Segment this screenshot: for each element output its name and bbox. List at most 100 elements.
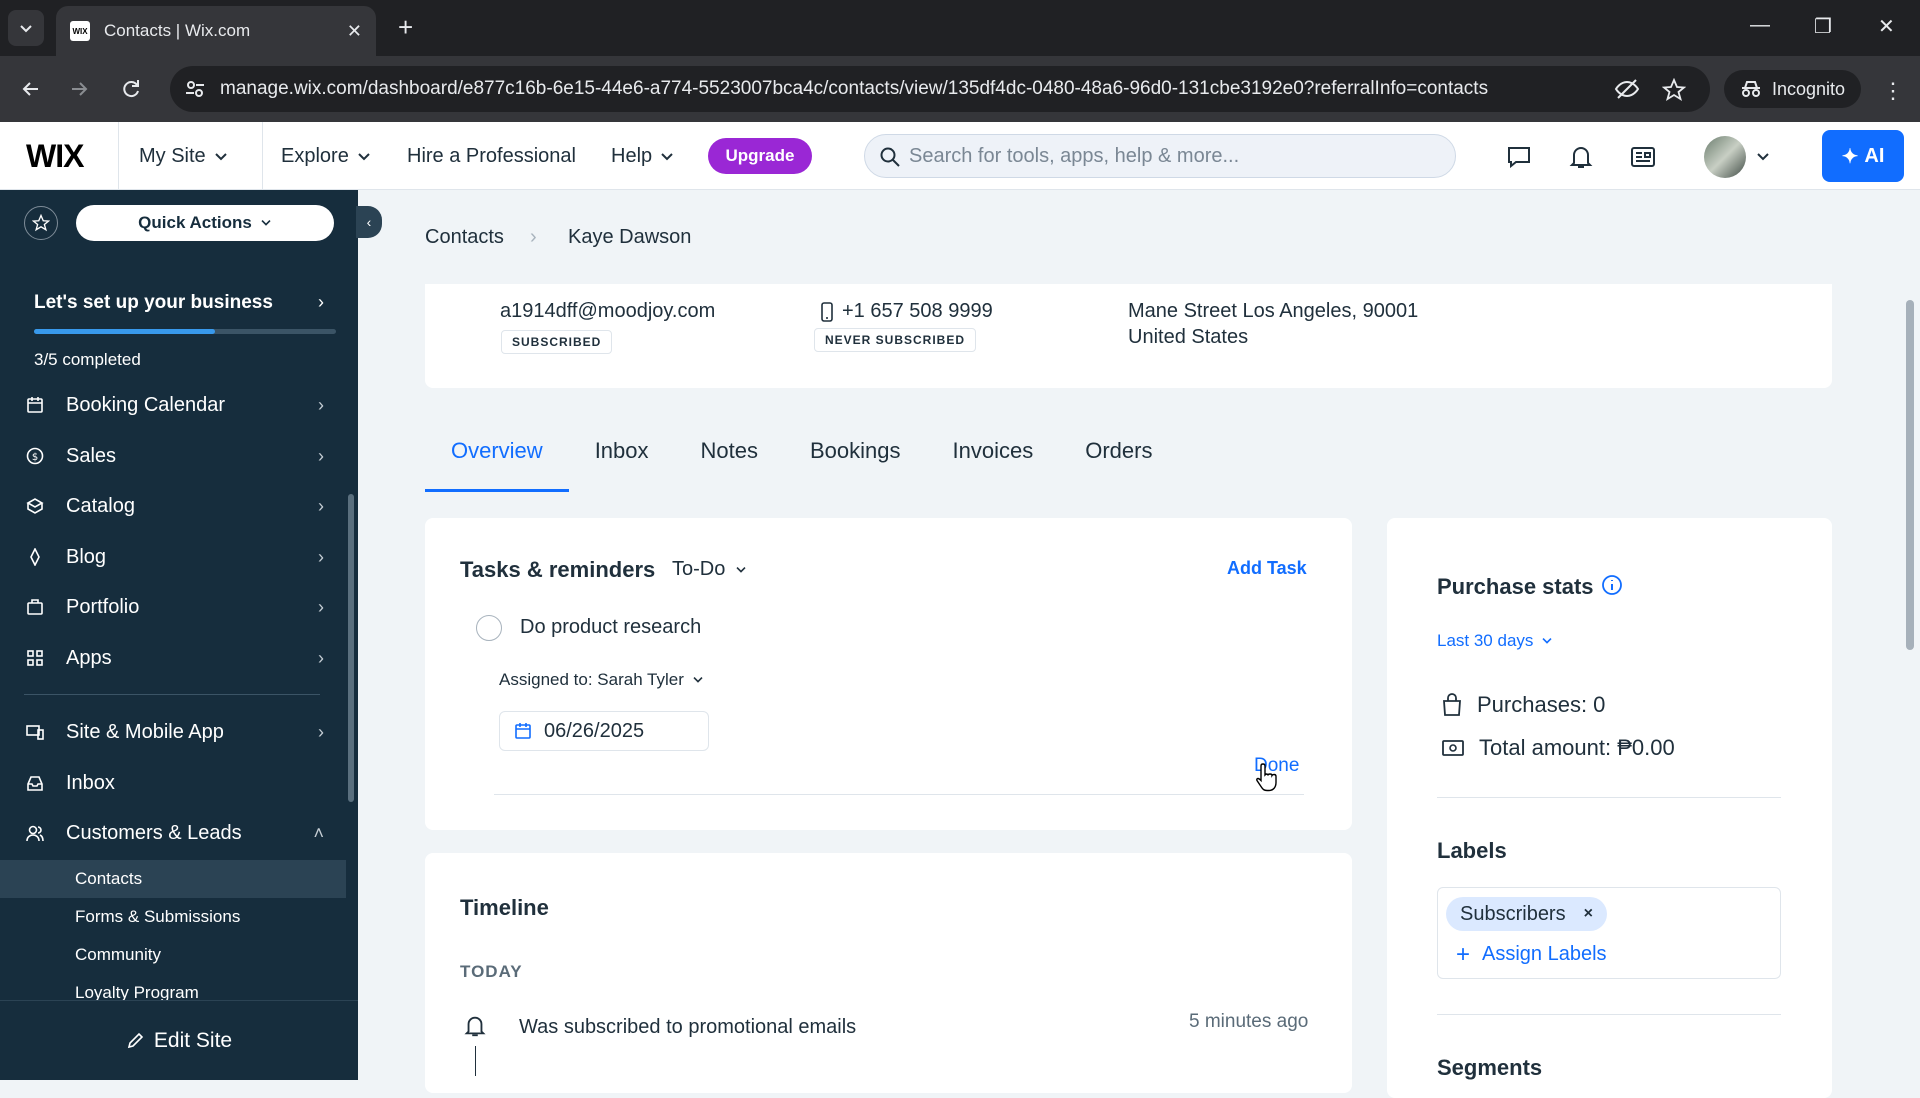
sidebar-subitem-community[interactable]: Community (75, 945, 161, 965)
sidebar-item-label: Blog (66, 545, 107, 568)
timeline-connector (475, 1046, 476, 1076)
quick-actions-button[interactable]: Quick Actions (76, 205, 334, 241)
chevron-right-icon: › (318, 721, 324, 742)
incognito-icon (1742, 81, 1760, 97)
search-input[interactable] (909, 144, 1429, 168)
date-range-dropdown[interactable]: Last 30 days (1437, 631, 1553, 651)
page-scrollbar[interactable] (1900, 190, 1920, 1080)
address-line-1: Mane Street Los Angeles, 90001 (1128, 300, 1419, 322)
chevron-right-icon: › (318, 546, 324, 567)
new-tab-icon[interactable]: + (398, 14, 413, 40)
chevron-down-icon (661, 152, 673, 160)
tracking-eye-off-icon[interactable] (1614, 78, 1640, 100)
hire-professional-link[interactable]: Hire a Professional (407, 145, 576, 168)
setup-title[interactable]: Let's set up your business (34, 292, 273, 314)
tab-overview[interactable]: Overview (425, 430, 569, 492)
forward-icon[interactable] (66, 76, 92, 102)
sidebar-item-site-mobile-app[interactable]: Site & Mobile App › (24, 712, 324, 752)
chevron-up-icon: ˄ (313, 822, 324, 843)
sidebar-item-portfolio[interactable]: Portfolio › (24, 587, 324, 627)
edit-site-label: Edit Site (153, 1028, 233, 1052)
task-complete-radio[interactable] (476, 615, 502, 641)
window-close-icon[interactable]: ✕ (1878, 14, 1895, 39)
pen-icon (24, 548, 46, 566)
chevron-down-icon[interactable] (1756, 152, 1770, 162)
sidebar-subitem-forms[interactable]: Forms & Submissions (75, 907, 240, 927)
help-menu[interactable]: Help (611, 145, 674, 168)
sidebar-item-catalog[interactable]: Catalog › (24, 486, 324, 526)
purchase-stats-card (1387, 518, 1832, 1098)
tab-notes[interactable]: Notes (675, 430, 784, 492)
timeline-title: Timeline (460, 895, 549, 920)
people-icon (24, 824, 46, 842)
tab-search-button[interactable] (8, 10, 44, 46)
search-bar[interactable] (864, 134, 1456, 178)
info-icon[interactable] (1601, 574, 1623, 596)
add-task-button[interactable]: Add Task (1227, 558, 1307, 579)
header-divider (262, 122, 263, 190)
sidebar-item-booking-calendar[interactable]: Booking Calendar › (24, 385, 324, 425)
hand-cursor-icon (1256, 762, 1280, 792)
contact-phone[interactable]: +1 657 508 9999 (820, 300, 993, 323)
chevron-right-icon: › (318, 445, 324, 466)
my-site-menu[interactable]: My Site (139, 145, 228, 168)
breadcrumb-contacts[interactable]: Contacts (425, 226, 504, 249)
sidebar-item-apps[interactable]: Apps › (24, 638, 324, 678)
chevron-right-icon[interactable]: › (318, 292, 324, 313)
catalog-icon (24, 497, 46, 515)
notifications-bell-icon[interactable] (1568, 144, 1594, 170)
sidebar-item-inbox[interactable]: Inbox (24, 763, 324, 803)
browser-tab[interactable]: WIX Contacts | Wix.com ✕ (56, 6, 376, 56)
tab-inbox[interactable]: Inbox (569, 430, 675, 492)
favorites-star-icon[interactable] (24, 206, 58, 240)
contact-email[interactable]: a1914dff@moodjoy.com (500, 300, 715, 323)
minimize-icon[interactable]: — (1750, 14, 1770, 37)
messages-icon[interactable] (1506, 144, 1532, 170)
reload-icon[interactable] (118, 76, 144, 102)
due-date-field[interactable]: 06/26/2025 (499, 711, 709, 751)
explore-menu[interactable]: Explore (281, 145, 371, 168)
sidebar-item-customers-leads[interactable]: Customers & Leads ˄ (24, 813, 324, 853)
sidebar-scrollbar[interactable] (348, 494, 354, 802)
assignee-dropdown[interactable]: Assigned to: Sarah Tyler (499, 670, 704, 690)
restore-icon[interactable]: ❐ (1814, 14, 1832, 39)
purchases-value: Purchases: 0 (1477, 692, 1606, 717)
phone-icon (821, 301, 833, 322)
upgrade-button[interactable]: Upgrade (708, 138, 812, 174)
sidebar-item-blog[interactable]: Blog › (24, 537, 324, 577)
tasks-title: Tasks & reminders (460, 557, 656, 582)
label-chip-text: Subscribers (1460, 902, 1566, 925)
labels-divider (1437, 1014, 1781, 1015)
task-title[interactable]: Do product research (520, 616, 701, 639)
wix-logo[interactable]: WIX (26, 138, 84, 175)
tab-bookings[interactable]: Bookings (784, 430, 927, 492)
edit-site-button[interactable]: Edit Site (0, 1000, 358, 1080)
incognito-indicator[interactable]: Incognito (1724, 70, 1862, 108)
sidebar-item-label: Apps (66, 646, 112, 669)
ai-assistant-button[interactable]: ✦ AI (1822, 130, 1904, 182)
browser-menu-icon[interactable]: ⋮ (1882, 78, 1904, 104)
svg-text:$: $ (32, 452, 38, 463)
collapse-sidebar-button[interactable]: ‹ (356, 206, 382, 238)
news-feed-icon[interactable] (1630, 144, 1656, 170)
address-line-2: United States (1128, 326, 1249, 348)
breadcrumb-current: Kaye Dawson (568, 226, 692, 248)
tab-orders[interactable]: Orders (1059, 430, 1178, 492)
bookmark-star-icon[interactable] (1662, 78, 1686, 102)
address-bar[interactable]: manage.wix.com/dashboard/e877c16b-6e15-4… (170, 66, 1710, 112)
dollar-icon: $ (24, 447, 46, 465)
account-avatar[interactable] (1704, 136, 1746, 178)
back-icon[interactable] (18, 76, 44, 102)
purchases-stat: Purchases: 0 (1441, 692, 1605, 718)
task-filter-dropdown[interactable]: To-Do (672, 558, 747, 581)
scrollbar-thumb[interactable] (1906, 300, 1914, 650)
sidebar-subitem-contacts[interactable]: Contacts (75, 869, 142, 889)
portfolio-icon (24, 598, 46, 616)
close-tab-icon[interactable]: ✕ (347, 21, 362, 42)
chevron-right-icon: › (318, 495, 324, 516)
tab-invoices[interactable]: Invoices (927, 430, 1060, 492)
assign-labels-button[interactable]: + Assign Labels (1456, 942, 1607, 966)
sidebar-item-sales[interactable]: $ Sales › (24, 436, 324, 476)
remove-label-icon[interactable]: × (1584, 905, 1593, 923)
site-info-icon[interactable] (184, 78, 206, 100)
